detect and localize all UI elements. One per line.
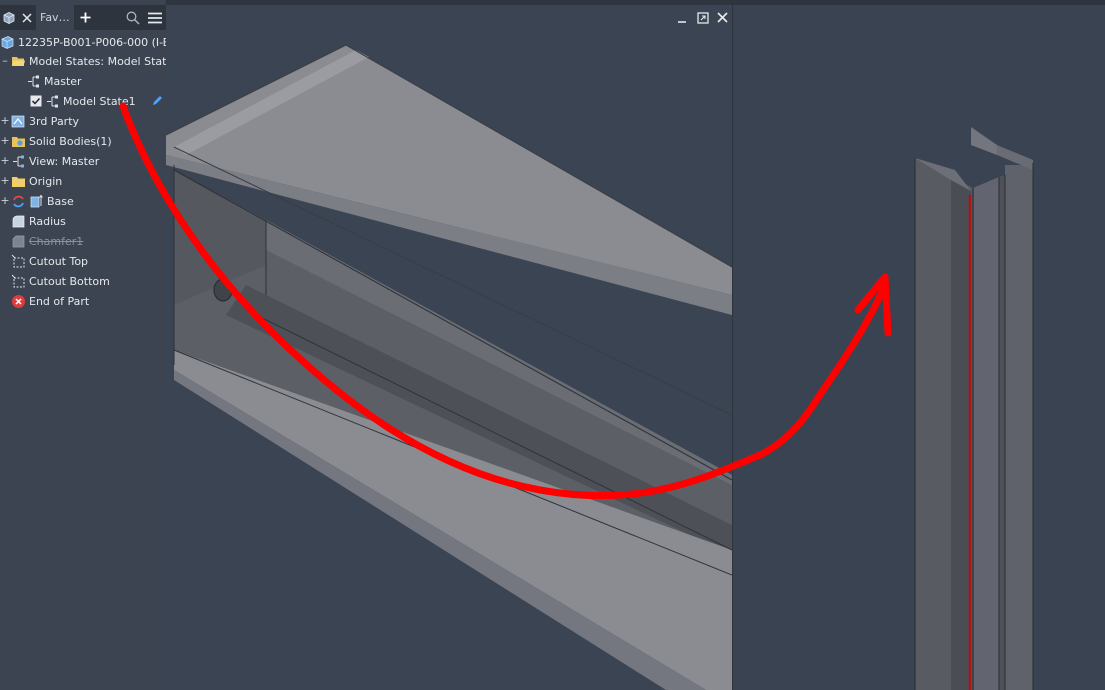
tree-item-label: Chamfer1: [29, 234, 84, 248]
tree-item-label: Solid Bodies(1): [29, 134, 112, 148]
checkbox-checked-icon[interactable]: [30, 95, 42, 107]
third-party-icon: [11, 115, 25, 127]
minimize-button[interactable]: [677, 12, 687, 26]
secondary-viewport[interactable]: [732, 5, 1105, 690]
tree-item-label: 3rd Party: [29, 114, 80, 128]
add-tab-button[interactable]: [74, 5, 96, 30]
tree-item-label: Master: [44, 74, 82, 88]
expand-toggle[interactable]: +: [0, 194, 10, 207]
tree-item-radius[interactable]: Radius: [11, 211, 66, 231]
close-tab-button[interactable]: [17, 5, 36, 30]
tree-item-view-master[interactable]: View: Master: [11, 151, 99, 171]
derived-refresh-icon: [13, 195, 24, 207]
tree-item-label: Base: [47, 194, 74, 208]
fillet-icon: [12, 215, 25, 227]
expand-toggle[interactable]: +: [0, 154, 10, 167]
tree-item-chamfer1[interactable]: Chamfer1: [11, 231, 83, 251]
expand-toggle[interactable]: +: [0, 134, 10, 147]
tab-model[interactable]: [0, 5, 17, 30]
folder-icon: [12, 176, 25, 187]
model-state-icon: [28, 75, 39, 87]
tree-item-label: Cutout Bottom: [29, 274, 110, 288]
open-folder-icon: [12, 56, 25, 66]
tree-item-model-state1[interactable]: Model State1: [30, 91, 166, 111]
tree-item-label: Cutout Top: [29, 254, 89, 268]
close-window-button[interactable]: [717, 12, 728, 26]
tree-item-end-of-part[interactable]: End of Part: [11, 291, 89, 311]
maximize-button[interactable]: [697, 12, 709, 27]
search-button[interactable]: [122, 5, 144, 30]
graphics-viewport[interactable]: [166, 5, 732, 690]
collapse-toggle[interactable]: –: [0, 54, 10, 67]
tree-item-3rd-party[interactable]: 3rd Party: [11, 111, 79, 131]
sketch-icon: [11, 254, 25, 267]
view-rep-icon: [13, 155, 24, 167]
browser-menu-button[interactable]: [144, 5, 166, 30]
i-beam-vertical-render: [733, 5, 1105, 690]
maximize-icon: [697, 12, 709, 24]
tree-item-cutout-top[interactable]: Cutout Top: [11, 251, 88, 271]
tree-item-cutout-bottom[interactable]: Cutout Bottom: [11, 271, 110, 291]
part-icon: [1, 35, 14, 49]
tree-item-label: Origin: [29, 174, 63, 188]
edit-pencil-icon[interactable]: [152, 95, 163, 106]
hamburger-menu-icon: [148, 12, 162, 23]
tree-item-origin[interactable]: Origin: [11, 171, 62, 191]
tab-favorites-label: Fav…: [40, 11, 70, 24]
i-beam-closeup-render: [166, 5, 732, 690]
end-of-part-icon: [12, 294, 25, 308]
tree-item-label: Model States: Model Stat: [29, 54, 167, 68]
tree-item-base[interactable]: Base: [11, 191, 74, 211]
search-icon: [126, 11, 140, 25]
model-cube-icon: [3, 11, 14, 24]
chamfer-icon: [12, 235, 25, 247]
folder-icon: [12, 136, 25, 147]
plus-icon: [80, 12, 90, 23]
extrude-icon: [30, 194, 43, 207]
model-browser-panel: Fav… 12235P-B001-P006-000 (I-BEAM – Mode…: [0, 0, 194, 690]
expand-toggle[interactable]: +: [0, 114, 10, 127]
close-icon: [21, 12, 32, 23]
model-state-icon: [47, 95, 58, 107]
tree-item-label: View: Master: [29, 154, 100, 168]
tree-item-label: Radius: [29, 214, 66, 228]
browser-tab-bar: Fav…: [0, 5, 166, 30]
close-icon: [717, 12, 728, 23]
tree-item-label: Model State1: [63, 94, 136, 108]
tree-item-label: End of Part: [29, 294, 90, 308]
tree-item-master[interactable]: Master: [26, 71, 82, 91]
tree-item-solid-bodies[interactable]: Solid Bodies(1): [11, 131, 112, 151]
tree-item-model-states[interactable]: Model States: Model Stat: [11, 51, 180, 71]
sketch-icon: [11, 274, 25, 287]
tab-favorites[interactable]: Fav…: [36, 5, 74, 30]
expand-toggle[interactable]: +: [0, 174, 10, 187]
minimize-icon: [678, 21, 686, 23]
